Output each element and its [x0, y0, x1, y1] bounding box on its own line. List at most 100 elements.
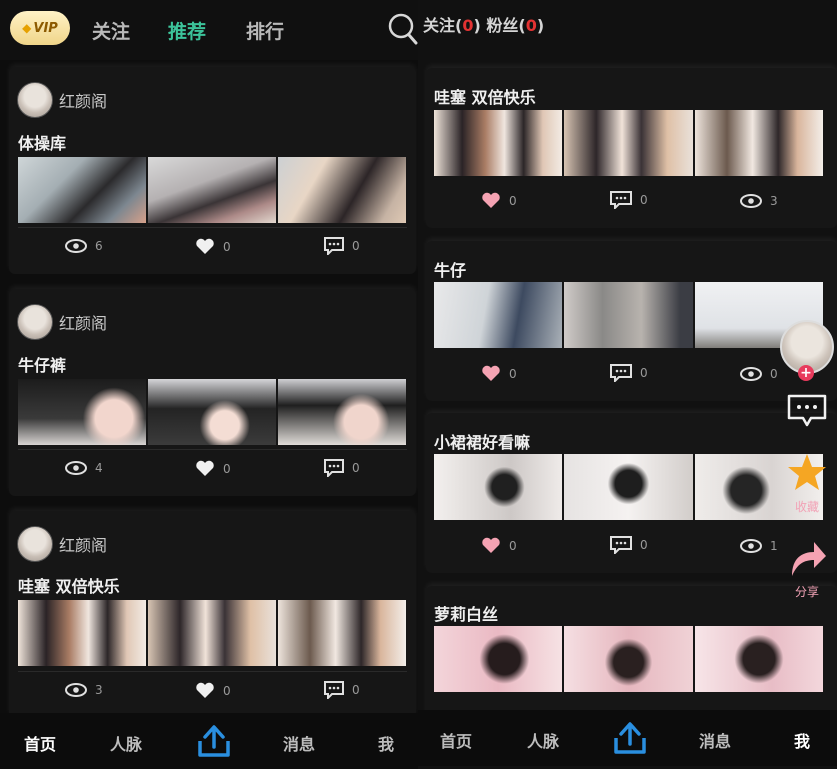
comment-button[interactable]: 0 — [610, 364, 648, 382]
follow-count: 0 — [462, 16, 474, 35]
heart-icon — [482, 192, 500, 208]
eye-icon — [65, 461, 87, 475]
image-strip[interactable] — [18, 600, 406, 666]
feed-card[interactable]: 萝莉白丝 — [426, 586, 837, 726]
collect-label: 收藏 — [795, 500, 820, 514]
views-stat: 4 — [65, 461, 103, 475]
post-image[interactable] — [564, 626, 693, 692]
nav-messages[interactable]: 消息 — [699, 728, 731, 752]
comment-button[interactable]: 0 — [324, 237, 360, 255]
comment-button[interactable]: 0 — [324, 681, 360, 699]
likes-count: 0 — [223, 683, 231, 698]
comment-bubble-icon[interactable] — [787, 394, 827, 428]
tab-follow[interactable]: 关注 — [92, 17, 130, 44]
post-image[interactable] — [434, 282, 563, 348]
divider — [18, 449, 407, 450]
image-strip[interactable] — [18, 157, 406, 223]
author-row[interactable]: 红颜阁 — [17, 304, 107, 340]
post-image[interactable] — [278, 379, 406, 445]
post-image[interactable] — [18, 157, 146, 223]
upload-icon[interactable] — [612, 720, 648, 756]
likes-count: 0 — [509, 538, 517, 553]
nav-contacts[interactable]: 人脉 — [110, 731, 142, 755]
views-stat: 6 — [65, 239, 103, 253]
tab-recommend[interactable]: 推荐 — [168, 17, 206, 44]
vip-label: VIP — [33, 20, 58, 36]
like-button[interactable]: 0 — [195, 238, 231, 255]
avatar[interactable] — [17, 526, 53, 562]
post-title: 萝莉白丝 — [434, 605, 499, 624]
like-button[interactable]: 0 — [481, 365, 517, 382]
like-button[interactable]: 0 — [481, 537, 517, 554]
upload-icon[interactable] — [196, 723, 232, 759]
post-image[interactable] — [148, 379, 276, 445]
image-strip[interactable] — [434, 110, 823, 176]
like-button[interactable]: 0 — [195, 460, 231, 477]
feed-card[interactable]: 红颜阁 体操库 6 0 0 — [9, 67, 416, 274]
post-image[interactable] — [694, 110, 823, 176]
nav-home[interactable]: 首页 — [24, 731, 56, 755]
nav-me[interactable]: 我 — [378, 731, 394, 755]
like-button[interactable]: 0 — [195, 682, 231, 699]
left-screen: ◆ VIP 关注 推荐 排行 红颜阁 体操库 6 0 0 红颜阁 牛仔裤 4 0… — [0, 0, 418, 769]
eye-icon — [65, 683, 87, 697]
fans-label[interactable]: 粉丝 — [486, 16, 518, 35]
eye-icon — [740, 194, 762, 208]
post-image[interactable] — [434, 626, 563, 692]
like-button[interactable]: 0 — [481, 192, 517, 209]
post-image[interactable] — [564, 282, 693, 348]
bottom-nav: 首页 人脉 消息 我 — [0, 713, 418, 769]
views-count: 1 — [770, 539, 778, 553]
image-strip[interactable] — [434, 282, 823, 348]
comment-icon — [610, 191, 632, 209]
post-image[interactable] — [18, 600, 146, 666]
feed-card[interactable]: 红颜阁 哇塞 双倍快乐 3 0 0 — [9, 511, 416, 718]
right-screen: 关注(0) 粉丝(0) 哇塞 双倍快乐 0 0 3 牛仔 0 0 0 小裙裙好看… — [418, 0, 837, 769]
post-image[interactable] — [18, 379, 146, 445]
views-count: 4 — [95, 461, 103, 475]
likes-count: 0 — [223, 461, 231, 476]
post-image[interactable] — [564, 110, 693, 176]
feed-card[interactable]: 红颜阁 牛仔裤 4 0 0 — [9, 289, 416, 496]
post-image[interactable] — [434, 454, 563, 520]
comment-button[interactable]: 0 — [610, 191, 648, 209]
feed-card[interactable]: 小裙裙好看嘛 0 0 1 — [426, 413, 837, 573]
nav-home[interactable]: 首页 — [440, 728, 472, 752]
post-image[interactable] — [434, 110, 563, 176]
follow-plus-icon[interactable]: + — [798, 365, 814, 381]
search-icon[interactable] — [388, 12, 418, 46]
heart-icon — [482, 537, 500, 553]
post-image[interactable] — [148, 600, 276, 666]
nav-me[interactable]: 我 — [794, 728, 810, 752]
comment-icon — [610, 364, 632, 382]
feed-card[interactable]: 哇塞 双倍快乐 0 0 3 — [426, 68, 837, 228]
vip-badge[interactable]: ◆ VIP — [10, 11, 70, 45]
author-row[interactable]: 红颜阁 — [17, 526, 107, 562]
post-title: 牛仔裤 — [18, 356, 67, 375]
image-strip[interactable] — [18, 379, 406, 445]
nav-messages[interactable]: 消息 — [283, 731, 315, 755]
avatar[interactable] — [17, 82, 53, 118]
follow-label[interactable]: 关注 — [423, 16, 455, 35]
share-icon[interactable] — [788, 536, 828, 578]
post-image[interactable] — [148, 157, 276, 223]
comment-button[interactable]: 0 — [610, 536, 648, 554]
avatar[interactable] — [17, 304, 53, 340]
feed-card[interactable]: 牛仔 0 0 0 — [426, 241, 837, 401]
comments-count: 0 — [640, 538, 648, 552]
post-title: 牛仔 — [434, 261, 467, 280]
top-bar: ◆ VIP 关注 推荐 排行 — [0, 0, 418, 60]
tab-ranking[interactable]: 排行 — [246, 17, 284, 44]
post-image[interactable] — [694, 626, 823, 692]
image-strip[interactable] — [434, 454, 823, 520]
image-strip[interactable] — [434, 626, 823, 692]
views-count: 0 — [770, 367, 778, 381]
nav-contacts[interactable]: 人脉 — [527, 728, 559, 752]
post-image[interactable] — [278, 157, 406, 223]
post-image[interactable] — [564, 454, 693, 520]
author-row[interactable]: 红颜阁 — [17, 82, 107, 118]
star-icon[interactable] — [786, 452, 828, 492]
heart-icon — [196, 682, 214, 698]
post-image[interactable] — [278, 600, 406, 666]
comment-button[interactable]: 0 — [324, 459, 360, 477]
